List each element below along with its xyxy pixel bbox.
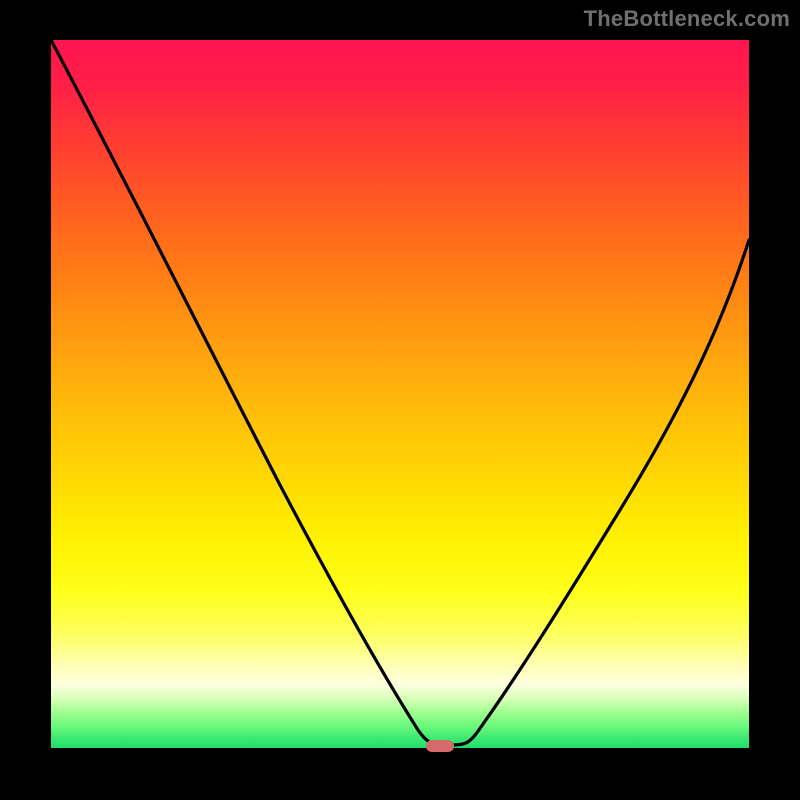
bottleneck-curve — [51, 40, 749, 745]
chart-overlay — [0, 0, 800, 800]
optimal-marker — [426, 740, 454, 752]
chart-stage: TheBottleneck.com — [0, 0, 800, 800]
